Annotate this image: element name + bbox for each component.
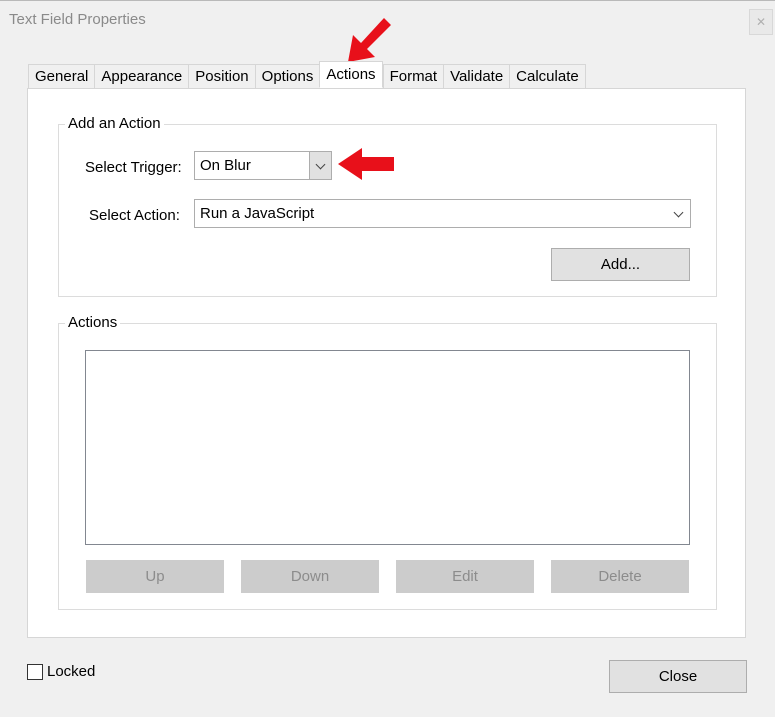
locked-checkbox[interactable] — [27, 664, 43, 680]
close-button[interactable]: Close — [609, 660, 747, 693]
tab-strip: General Appearance Position Options Acti… — [28, 61, 586, 89]
tab-position[interactable]: Position — [188, 64, 255, 89]
window-title: Text Field Properties — [9, 11, 146, 28]
add-action-button[interactable]: Add... — [551, 248, 690, 281]
chevron-down-icon — [315, 159, 326, 170]
select-action-value: Run a JavaScript — [200, 205, 315, 222]
actions-group: Actions Up Down Edit Delete — [58, 315, 717, 610]
select-action-label: Select Action: — [89, 207, 180, 224]
select-trigger-arrow[interactable] — [309, 152, 331, 179]
select-trigger-value: On Blur — [200, 157, 251, 174]
tab-general[interactable]: General — [28, 64, 95, 89]
annotation-arrow-down-icon — [348, 18, 391, 62]
annotation-arrow-left-icon — [338, 148, 394, 180]
window-top-border — [0, 0, 775, 1]
tab-options[interactable]: Options — [254, 64, 320, 89]
up-button[interactable]: Up — [86, 560, 224, 593]
annotation-arrow-down-shape — [348, 18, 391, 62]
tab-validate[interactable]: Validate — [443, 64, 510, 89]
select-trigger-label: Select Trigger: — [85, 159, 182, 176]
edit-button[interactable]: Edit — [396, 560, 534, 593]
chevron-down-icon — [673, 207, 684, 218]
actions-list[interactable] — [85, 350, 690, 545]
locked-label: Locked — [47, 663, 96, 680]
select-trigger-dropdown[interactable]: On Blur — [194, 151, 332, 180]
add-action-group-title: Add an Action — [65, 116, 164, 132]
tab-actions[interactable]: Actions — [319, 61, 383, 88]
select-action-dropdown[interactable]: Run a JavaScript — [194, 199, 691, 228]
window-close-icon[interactable]: ✕ — [749, 9, 773, 35]
actions-group-title: Actions — [65, 315, 121, 331]
down-button[interactable]: Down — [241, 560, 379, 593]
tab-appearance[interactable]: Appearance — [94, 64, 189, 89]
annotation-arrow-left-shape — [338, 148, 394, 180]
tab-calculate[interactable]: Calculate — [509, 64, 586, 89]
select-action-arrow[interactable] — [668, 200, 690, 227]
delete-button[interactable]: Delete — [551, 560, 689, 593]
